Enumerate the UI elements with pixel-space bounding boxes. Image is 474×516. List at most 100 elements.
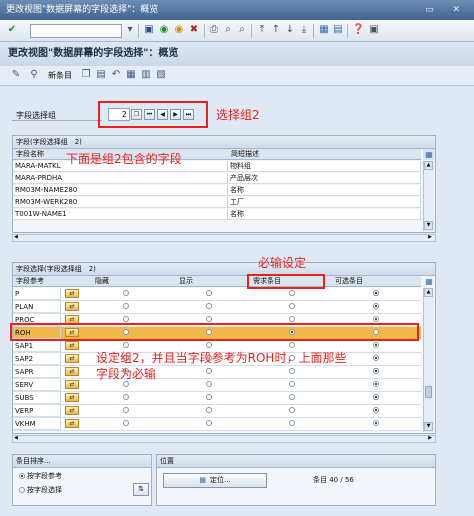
- scroll-right-icon[interactable]: ▶: [428, 435, 432, 441]
- required-radio[interactable]: [289, 290, 295, 296]
- table-row[interactable]: MARA-PRDHA 产品层次: [13, 173, 421, 184]
- enter-icon[interactable]: ✔: [6, 24, 18, 36]
- fields-h-scrollbar[interactable]: ◀ ▶: [12, 234, 436, 242]
- print-icon[interactable]: ⎙: [208, 24, 220, 36]
- hide-radio[interactable]: [123, 316, 129, 322]
- scroll-left-icon[interactable]: ◀: [14, 234, 18, 240]
- hide-radio[interactable]: [123, 290, 129, 296]
- selection-scrollbar[interactable]: ▲ ▼: [423, 288, 434, 432]
- find-icon[interactable]: ⌕: [222, 24, 234, 36]
- sort-execute-icon[interactable]: ⇅: [133, 483, 149, 496]
- detail-button-icon[interactable]: ⇄: [65, 406, 79, 415]
- next-page-icon[interactable]: ↓: [284, 24, 296, 36]
- shortcut-icon[interactable]: ▤: [332, 24, 344, 36]
- table-row[interactable]: T001W-NAME1 名称: [13, 209, 421, 220]
- table-row[interactable]: VERP ⇄: [13, 405, 421, 418]
- create-session-icon[interactable]: ▦: [318, 24, 330, 36]
- detail-button-icon[interactable]: ⇄: [65, 380, 79, 389]
- optional-radio[interactable]: [373, 407, 379, 413]
- customize-layout-icon[interactable]: ▣: [368, 24, 380, 36]
- optional-radio[interactable]: [373, 368, 379, 374]
- optional-radio[interactable]: [373, 355, 379, 361]
- required-radio[interactable]: [289, 407, 295, 413]
- other-view-icon[interactable]: ⚲: [28, 69, 40, 81]
- window-controls[interactable]: ▭ ✕: [425, 0, 468, 20]
- table-row[interactable]: SAPR ⇄: [13, 366, 421, 379]
- find-next-icon[interactable]: ⌕: [236, 24, 248, 36]
- hide-radio[interactable]: [123, 394, 129, 400]
- detail-button-icon[interactable]: ⇄: [65, 289, 79, 298]
- delete-icon[interactable]: ▤: [95, 69, 107, 81]
- required-radio[interactable]: [289, 303, 295, 309]
- scroll-thumb[interactable]: [425, 386, 432, 398]
- table-settings-icon[interactable]: ▦: [423, 276, 435, 287]
- required-radio[interactable]: [289, 381, 295, 387]
- back-icon[interactable]: ◉: [158, 24, 170, 36]
- scroll-up-icon[interactable]: ▲: [424, 161, 433, 170]
- table-row[interactable]: VKHM ⇄: [13, 418, 421, 431]
- detail-button-icon[interactable]: ⇄: [65, 302, 79, 311]
- scroll-down-icon[interactable]: ▼: [424, 422, 433, 431]
- save-icon[interactable]: ▣: [143, 24, 155, 36]
- optional-radio[interactable]: [373, 394, 379, 400]
- column-short-desc[interactable]: 简短描述: [231, 149, 259, 160]
- column-display[interactable]: 显示: [179, 276, 193, 287]
- column-field-ref[interactable]: 字段参考: [16, 276, 44, 287]
- optional-radio[interactable]: [373, 316, 379, 322]
- detail-button-icon[interactable]: ⇄: [65, 393, 79, 402]
- select-all-icon[interactable]: ▦: [125, 69, 137, 81]
- new-entries-button[interactable]: 新条目: [48, 70, 72, 81]
- sort-option-ref[interactable]: 按字段参考: [19, 471, 62, 481]
- undo-change-icon[interactable]: ↶: [110, 69, 122, 81]
- required-radio[interactable]: [289, 342, 295, 348]
- cancel-icon[interactable]: ✖: [188, 24, 200, 36]
- required-radio[interactable]: [289, 368, 295, 374]
- display-radio[interactable]: [206, 368, 212, 374]
- display-radio[interactable]: [206, 316, 212, 322]
- hide-radio[interactable]: [123, 342, 129, 348]
- scroll-right-icon[interactable]: ▶: [428, 234, 432, 240]
- column-hide[interactable]: 隐藏: [95, 276, 109, 287]
- table-settings-icon[interactable]: ▦: [423, 149, 435, 160]
- exit-icon[interactable]: ◉: [173, 24, 185, 36]
- sort-selection-radio[interactable]: [19, 487, 25, 493]
- table-row[interactable]: P ⇄: [13, 288, 421, 301]
- table-row[interactable]: RM03M-WERK280 工厂: [13, 197, 421, 208]
- hide-radio[interactable]: [123, 407, 129, 413]
- select-block-icon[interactable]: ▥: [140, 69, 152, 81]
- optional-radio[interactable]: [373, 420, 379, 426]
- detail-button-icon[interactable]: ⇄: [65, 354, 79, 363]
- optional-radio[interactable]: [373, 290, 379, 296]
- scroll-down-icon[interactable]: ▼: [424, 221, 433, 230]
- display-radio[interactable]: [206, 342, 212, 348]
- display-radio[interactable]: [206, 420, 212, 426]
- sort-option-selection[interactable]: 按字段选择: [19, 485, 62, 495]
- optional-radio[interactable]: [373, 342, 379, 348]
- help-icon[interactable]: ❓: [352, 24, 364, 36]
- display-change-icon[interactable]: ✎: [10, 69, 22, 81]
- required-radio[interactable]: [289, 316, 295, 322]
- last-page-icon[interactable]: ⤓: [298, 24, 310, 36]
- scroll-left-icon[interactable]: ◀: [14, 435, 18, 441]
- position-button[interactable]: ▦ 定位...: [163, 473, 267, 488]
- table-row[interactable]: RM03M-NAME280 名称: [13, 185, 421, 196]
- optional-radio[interactable]: [373, 381, 379, 387]
- detail-button-icon[interactable]: ⇄: [65, 341, 79, 350]
- required-radio[interactable]: [289, 420, 295, 426]
- table-row[interactable]: PLAN ⇄: [13, 301, 421, 314]
- detail-button-icon[interactable]: ⇄: [65, 367, 79, 376]
- dropdown-arrow-icon[interactable]: ▾: [124, 24, 136, 36]
- optional-radio[interactable]: [373, 303, 379, 309]
- column-optional[interactable]: 可选条目: [335, 276, 363, 287]
- required-radio[interactable]: [289, 394, 295, 400]
- display-radio[interactable]: [206, 407, 212, 413]
- fields-scrollbar[interactable]: ▲ ▼: [423, 161, 434, 231]
- display-radio[interactable]: [206, 290, 212, 296]
- column-field-name[interactable]: 字段名称: [16, 149, 44, 160]
- hide-radio[interactable]: [123, 420, 129, 426]
- display-radio[interactable]: [206, 394, 212, 400]
- copy-as-icon[interactable]: ❐: [80, 69, 92, 81]
- hide-radio[interactable]: [123, 303, 129, 309]
- previous-page-icon[interactable]: ↑: [270, 24, 282, 36]
- first-page-icon[interactable]: ⤒: [256, 24, 268, 36]
